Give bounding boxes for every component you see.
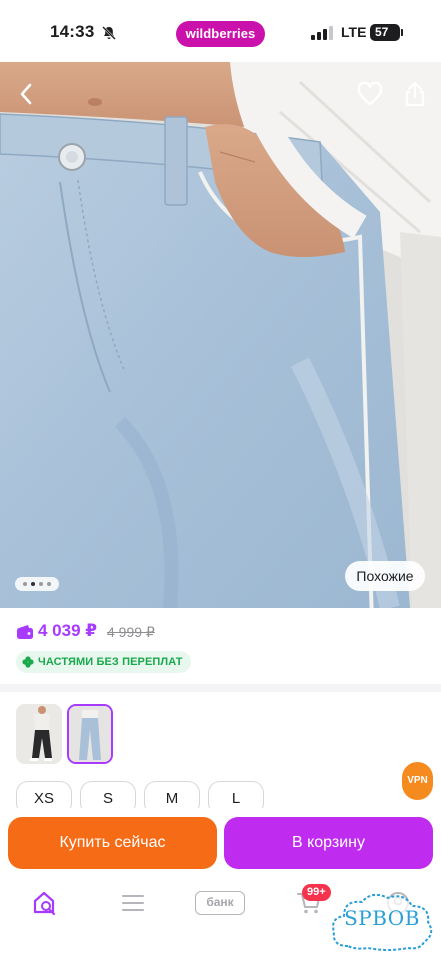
section-divider [0,684,441,692]
gallery-dot [23,582,27,586]
battery-indicator: 57 [370,24,403,41]
installments-label: ЧАСТЯМИ БЕЗ ПЕРЕПЛАТ [38,656,183,668]
back-button[interactable] [8,76,44,112]
share-button[interactable] [397,76,433,112]
gallery-pagination [15,577,59,591]
nav-bank[interactable]: банк [194,888,246,918]
gallery-dot [39,582,43,586]
vpn-badge[interactable]: VPN [402,762,433,800]
product-photo [0,62,441,608]
menu-icon [122,895,144,911]
watermark-text: SPBOB [344,906,420,930]
similar-button[interactable]: Похожие [345,561,425,591]
gallery-dot-active [31,582,35,586]
installments-badge[interactable]: ЧАСТЯМИ БЕЗ ПЕРЕПЛАТ [16,651,191,673]
bank-label: банк [195,891,245,915]
heart-icon [357,82,383,106]
add-to-cart-button[interactable]: В корзину [224,817,433,869]
signal-icon [311,26,333,40]
purchase-actions: Купить сейчас В корзину [0,808,441,878]
brand-logo: wildberries [176,21,265,47]
bell-muted-icon [102,26,116,40]
buy-now-button[interactable]: Купить сейчас [8,817,217,869]
wallet-icon [17,625,33,639]
current-price: 4 039 ₽ [38,621,98,640]
price-section: 4 039 ₽ 4 999 ₽ ЧАСТЯМИ БЕЗ ПЕРЕПЛАТ [0,608,441,684]
variant-thumbnail [16,704,62,764]
gallery-dot [47,582,51,586]
product-photo-gallery[interactable]: Похожие [0,62,441,608]
status-bar: 14:33 wildberries LTE 57 [0,0,441,62]
nav-home[interactable] [30,888,60,918]
variant-section: XS S M L [0,692,441,822]
network-type: LTE [341,24,367,40]
clover-icon [22,656,34,668]
favorite-button[interactable] [352,76,388,112]
color-variant-light-blue[interactable] [67,704,113,764]
variant-thumbnail-selected [69,706,111,762]
status-time: 14:33 [50,22,95,41]
nav-catalog[interactable] [118,888,148,918]
color-variant-black[interactable] [16,704,62,764]
old-price: 4 999 ₽ [107,624,155,640]
share-icon [405,81,425,107]
cart-count-badge: 99+ [302,884,331,901]
back-icon [20,83,32,105]
home-search-icon [33,891,56,916]
